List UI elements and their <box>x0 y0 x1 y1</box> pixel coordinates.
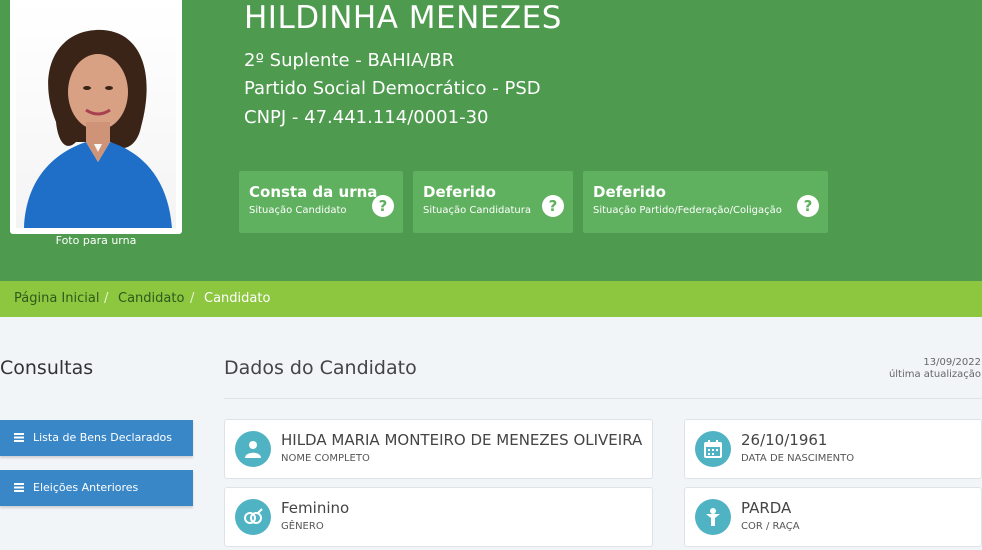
button-label: Eleições Anteriores <box>33 481 139 494</box>
status-box-party: Deferido Situação Partido/Federação/Coli… <box>583 171 828 233</box>
button-label: Lista de Bens Declarados <box>33 431 173 444</box>
candidate-name: HILDINHA MENEZES <box>244 0 562 36</box>
sidebar-more: ... <box>0 540 40 550</box>
info-card-gender: Feminino GÊNERO <box>224 487 653 547</box>
field-label: GÊNERO <box>281 521 324 532</box>
help-icon[interactable]: ? <box>372 195 394 217</box>
field-value: HILDA MARIA MONTEIRO DE MENEZES OLIVEIRA <box>281 431 643 449</box>
field-label: DATA DE NASCIMENTO <box>741 453 855 464</box>
status-title: Consta da urna <box>249 183 378 201</box>
status-subtitle: Situação Candidatura <box>423 205 531 216</box>
svg-text:...: ... <box>2 546 13 550</box>
page-title: Dados do Candidato <box>224 357 417 379</box>
update-date: 13/09/2022 <box>923 357 981 368</box>
breadcrumb-separator: / <box>104 291 109 306</box>
candidate-photo <box>16 2 176 228</box>
status-box-candidate: Consta da urna Situação Candidato ? <box>239 171 403 233</box>
info-card-full-name: HILDA MARIA MONTEIRO DE MENEZES OLIVEIRA… <box>224 419 653 479</box>
breadcrumb-home[interactable]: Página Inicial <box>14 291 99 306</box>
list-icon <box>14 433 24 442</box>
breadcrumb-candidate[interactable]: Candidato <box>118 291 184 306</box>
update-label: última atualização <box>888 369 981 380</box>
status-box-candidacy: Deferido Situação Candidatura ? <box>413 171 573 233</box>
candidate-header: Foto para urna HILDINHA MENEZES 2º Suple… <box>0 0 982 281</box>
candidate-cnpj: CNPJ - 47.441.114/0001-30 <box>244 107 489 128</box>
breadcrumb: Página Inicial / Candidato / Candidato <box>0 281 982 317</box>
info-card-birth-date: 26/10/1961 DATA DE NASCIMENTO <box>684 419 982 479</box>
calendar-icon <box>695 431 731 467</box>
field-label: NOME COMPLETO <box>281 453 370 464</box>
candidate-party: Partido Social Democrático - PSD <box>244 78 541 99</box>
help-icon[interactable]: ? <box>797 195 819 217</box>
field-label: COR / RAÇA <box>741 521 800 532</box>
list-icon <box>14 483 24 492</box>
previous-elections-button[interactable]: Eleições Anteriores <box>0 470 193 506</box>
field-value: Feminino <box>281 499 350 517</box>
info-card-race: PARDA COR / RAÇA <box>684 487 982 547</box>
assets-list-button[interactable]: Lista de Bens Declarados <box>0 420 193 456</box>
status-subtitle: Situação Partido/Federação/Coligação <box>593 205 782 216</box>
breadcrumb-current: Candidato <box>204 291 271 306</box>
field-value: 26/10/1961 <box>741 431 828 449</box>
gender-icon <box>235 499 271 535</box>
help-icon[interactable]: ? <box>542 195 564 217</box>
person-icon <box>695 499 731 535</box>
field-value: PARDA <box>741 499 792 517</box>
status-subtitle: Situação Candidato <box>249 205 347 216</box>
photo-caption: Foto para urna <box>55 234 137 247</box>
breadcrumb-separator: / <box>190 291 195 306</box>
user-icon <box>235 431 271 467</box>
sidebar-title: Consultas <box>0 357 94 379</box>
status-title: Deferido <box>593 183 666 201</box>
status-title: Deferido <box>423 183 496 201</box>
candidate-position: 2º Suplente - BAHIA/BR <box>244 50 455 71</box>
divider <box>224 398 982 399</box>
photo-card <box>10 0 182 234</box>
